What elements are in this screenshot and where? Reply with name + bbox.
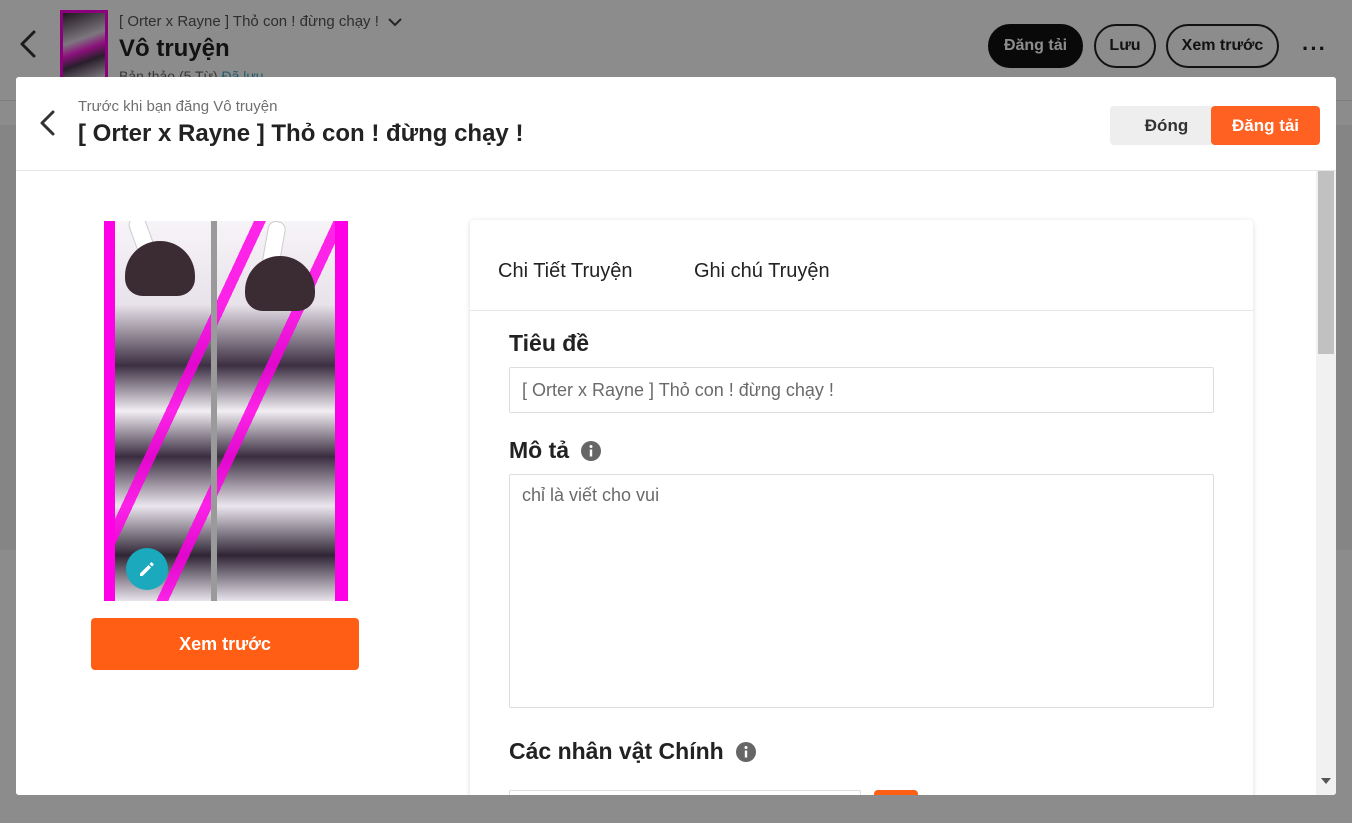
cover-preview-button[interactable]: Xem trước [91,618,359,670]
description-label-text: Mô tả [509,437,570,463]
close-button[interactable]: Đóng [1110,106,1223,145]
description-textarea[interactable]: chỉ là viết cho vui [509,474,1214,708]
title-label: Tiêu đề [509,330,589,357]
cover-art-detail [211,221,217,601]
modal-body: Xem trước Chi Tiết Truyện Ghi chú Truyện… [16,171,1316,795]
tab-bar: Chi Tiết Truyện Ghi chú Truyện [470,220,1253,311]
publish-modal: Trước khi bạn đăng Vô truyện [ Orter x R… [16,77,1336,795]
description-label: Mô tả [509,437,602,464]
main-characters-label: Các nhân vật Chính [509,738,756,765]
story-cover-image [104,221,348,601]
modal-subtitle: Trước khi bạn đăng Vô truyện [78,98,278,115]
main-character-input[interactable] [509,790,861,795]
story-details-panel: Chi Tiết Truyện Ghi chú Truyện Tiêu đề M… [470,220,1253,795]
title-input[interactable] [509,367,1214,413]
tab-story-notes[interactable]: Ghi chú Truyện [694,260,830,283]
cover-art-detail [125,241,195,296]
pencil-icon [140,562,154,576]
modal-title: [ Orter x Rayne ] Thỏ con ! đừng chạy ! [78,120,524,147]
modal-back-icon[interactable] [36,107,60,139]
modal-header: Trước khi bạn đăng Vô truyện [ Orter x R… [16,77,1336,171]
title-label-text: Tiêu đề [509,330,590,356]
edit-cover-button[interactable] [126,548,168,590]
info-icon[interactable] [581,440,602,461]
tab-story-details[interactable]: Chi Tiết Truyện [498,260,633,283]
cover-art-detail [245,256,315,311]
modal-publish-button[interactable]: Đăng tải [1211,106,1320,145]
main-characters-label-text: Các nhân vật Chính [509,738,724,764]
modal-scrollbar[interactable] [1316,171,1336,795]
scrollbar-thumb[interactable] [1318,171,1334,354]
add-character-button[interactable] [874,790,918,795]
scroll-down-icon[interactable] [1320,775,1332,787]
info-icon[interactable] [735,741,756,762]
